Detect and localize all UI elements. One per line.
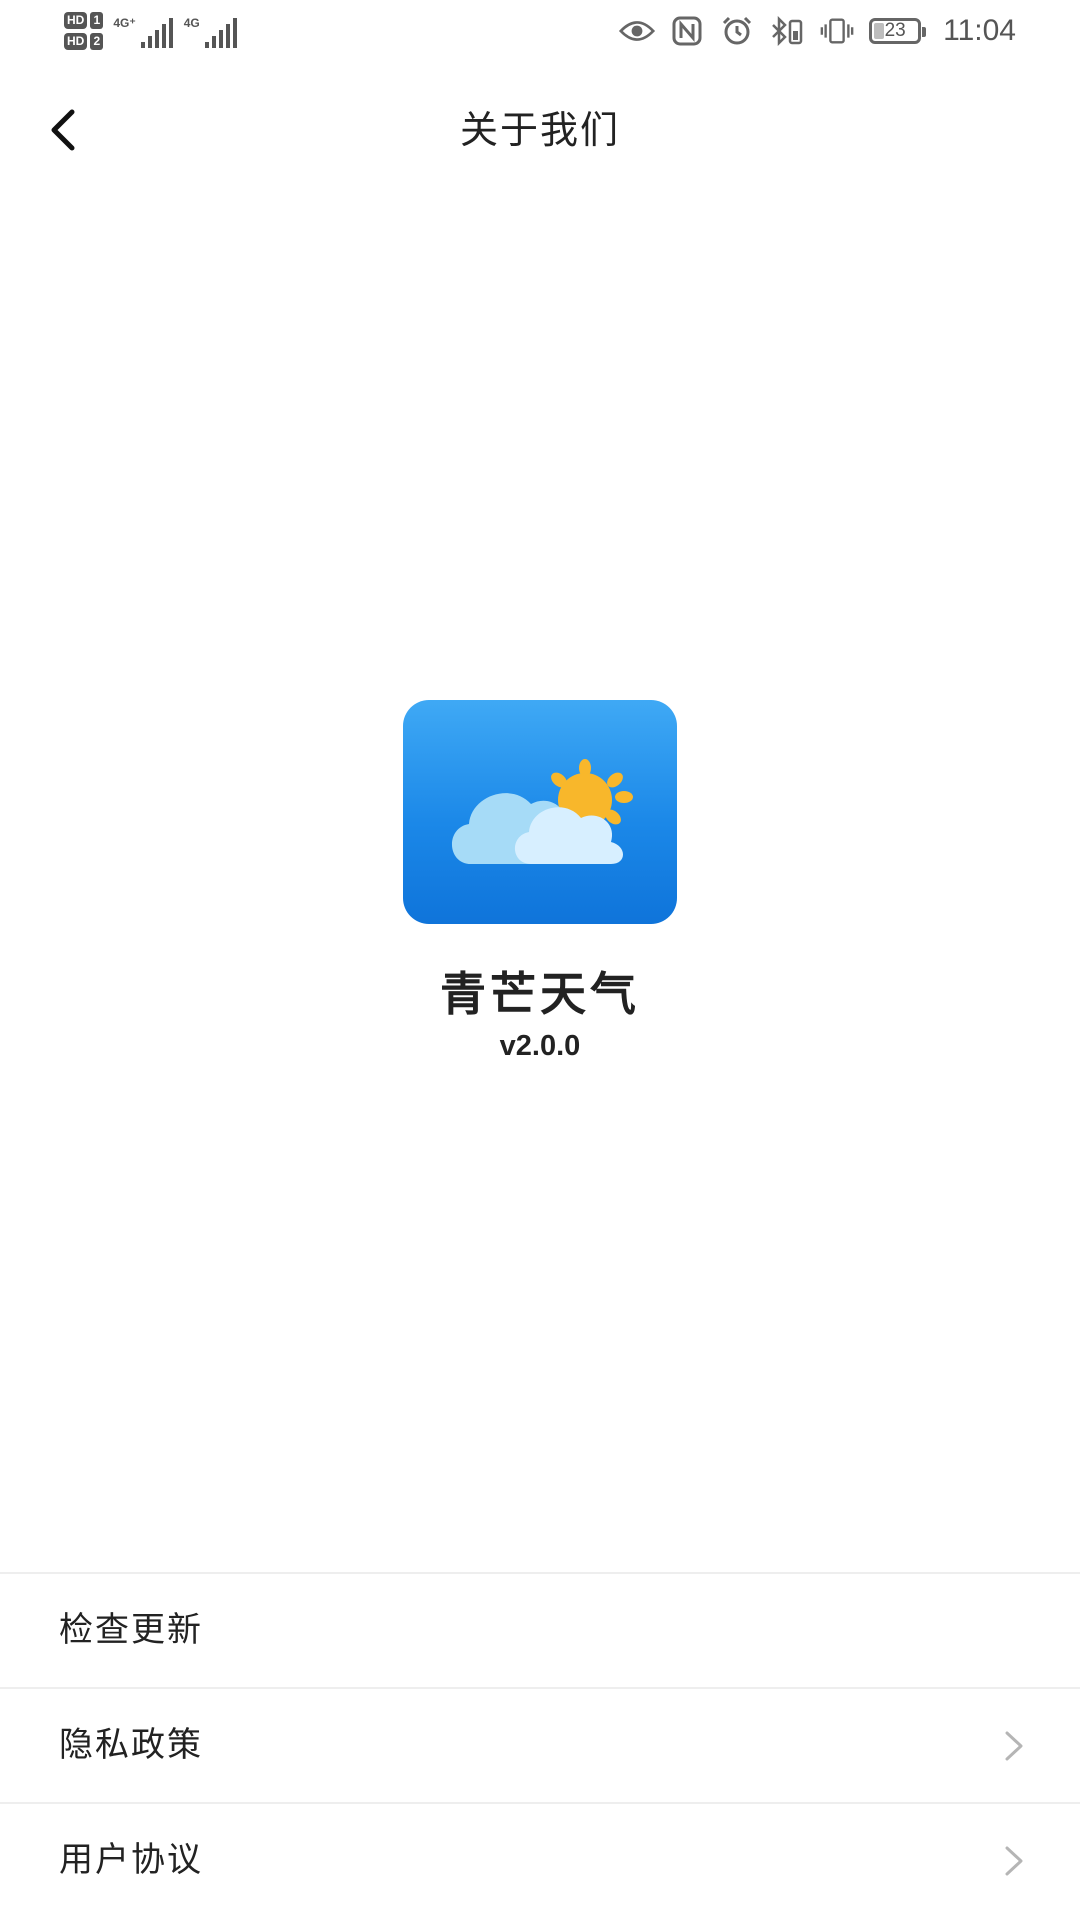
battery-level: 23 xyxy=(884,20,906,41)
status-bar-left: HD 1 HD 2 4G⁺ 4G xyxy=(64,6,238,56)
menu-item-label: 隐私政策 xyxy=(59,1725,203,1765)
menu-item-check-update[interactable]: 检查更新 xyxy=(0,1574,1080,1689)
page-title: 关于我们 xyxy=(459,108,620,152)
menu-item-user-agreement[interactable]: 用户协议 xyxy=(0,1804,1080,1919)
alarm-icon xyxy=(719,16,755,46)
battery-indicator: 23 xyxy=(869,18,927,44)
menu-item-label: 用户协议 xyxy=(59,1840,203,1880)
nfc-icon xyxy=(669,16,705,46)
network-2: 4G xyxy=(184,14,238,48)
menu-item-label: 检查更新 xyxy=(59,1610,203,1650)
eye-comfort-icon xyxy=(619,16,656,46)
weather-cloud-sun-icon xyxy=(451,759,633,864)
chevron-right-icon xyxy=(1005,1846,1023,1876)
bluetooth-battery-icon xyxy=(769,16,805,46)
network-type-label: 4G xyxy=(183,16,200,30)
app-name: 青芒天气 xyxy=(440,967,640,1021)
app-version: v2.0.0 xyxy=(499,1030,581,1062)
status-time: 11:04 xyxy=(943,14,1016,47)
battery-fill xyxy=(874,23,885,39)
menu-item-privacy-policy[interactable]: 隐私政策 xyxy=(0,1689,1080,1804)
hd-badge: HD xyxy=(64,12,88,29)
network-1: 4G⁺ xyxy=(113,14,173,48)
signal-strength-icon xyxy=(204,18,237,48)
about-us-screen: HD 1 HD 2 4G⁺ 4G 23 11:04 关于我们 青芒天气 v2.0… xyxy=(0,0,1080,1920)
status-bar: HD 1 HD 2 4G⁺ 4G 23 11:04 xyxy=(0,0,1080,62)
sim-number: 2 xyxy=(90,33,104,50)
network-type-label: 4G⁺ xyxy=(113,16,136,30)
sim2-indicator: HD 2 xyxy=(64,33,104,50)
chevron-right-icon xyxy=(1005,1731,1023,1761)
signal-strength-icon xyxy=(140,18,173,48)
app-logo xyxy=(403,700,677,924)
status-bar-right: 23 11:04 xyxy=(619,6,1016,56)
sim-indicators: HD 1 HD 2 xyxy=(64,12,104,50)
sim1-indicator: HD 1 xyxy=(64,12,104,29)
vibrate-icon xyxy=(819,16,855,46)
settings-menu: 检查更新 隐私政策 用户协议 xyxy=(0,1572,1080,1919)
title-bar: 关于我们 xyxy=(0,80,1080,180)
hd-badge: HD xyxy=(64,33,88,50)
sim-number: 1 xyxy=(90,12,104,29)
